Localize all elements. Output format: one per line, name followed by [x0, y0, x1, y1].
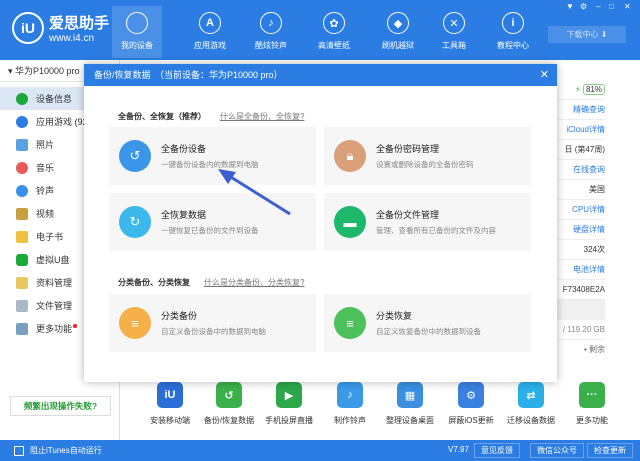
nav-label: 高清壁纸 [318, 41, 350, 50]
settings-icon[interactable]: ⚙ [580, 2, 587, 11]
checkbox[interactable] [14, 445, 24, 456]
label: 视频 [36, 209, 55, 219]
toolbar-make-ringtone[interactable]: ♪ 制作铃声 [320, 382, 380, 426]
nav-label: 酷炫铃声 [255, 41, 287, 50]
dropbox-icon: ◆ [387, 12, 409, 34]
maximize-icon[interactable]: □ [609, 2, 614, 11]
app-icon [16, 115, 28, 128]
nav-label: 应用游戏 [194, 41, 226, 50]
nav-tutorials[interactable]: i 教程中心 [488, 6, 538, 58]
label: 铃声 [36, 186, 55, 196]
download-center-button[interactable]: 下载中心 ⬇ [548, 26, 626, 43]
operation-failed-help-button[interactable]: 频繁出现操作失败? [10, 396, 111, 416]
check-update-button[interactable]: 检查更新 [587, 443, 633, 458]
grid-icon [16, 322, 28, 335]
book-icon [16, 230, 28, 243]
label: 屏蔽iOS更新 [448, 416, 494, 425]
bell-icon: ♪ [260, 12, 282, 34]
label: 照片 [36, 140, 55, 150]
migrate-icon: ⇄ [518, 382, 544, 408]
file-icon [16, 299, 28, 312]
nav-label: 工具箱 [442, 41, 466, 50]
backup-icon: ↺ [216, 382, 242, 408]
screen-icon: ▶ [276, 382, 302, 408]
nav-flash[interactable]: ◆ 刷机越狱 [373, 6, 423, 58]
bell-icon [16, 184, 28, 197]
toolbar-more[interactable]: ··· 更多功能 [562, 382, 622, 426]
footer: 阻止iTunes自动运行 V7.97 意见反馈 微信公众号 检查更新 [0, 440, 640, 461]
bell-icon: ♪ [337, 382, 363, 408]
info-icon: i [502, 12, 524, 34]
label: 虚拟U盘 [36, 255, 70, 265]
nav-label: 我的设备 [121, 41, 153, 50]
wechat-button[interactable]: 微信公众号 [530, 443, 584, 458]
nav-label: 教程中心 [497, 41, 529, 50]
photo-icon [16, 138, 28, 151]
usb-icon [16, 253, 28, 266]
label: 制作铃声 [334, 416, 366, 425]
label: 迁移设备数据 [507, 416, 555, 425]
label: 安装移动端 [150, 416, 190, 425]
label: 设备信息 [36, 94, 73, 104]
label: 更多功能 [576, 416, 608, 425]
nav-label: 刷机越狱 [382, 41, 414, 50]
toolbar-screen-mirror[interactable]: ▶ 手机投屏直播 [259, 382, 319, 426]
tools-icon: ✕ [443, 12, 465, 34]
info-icon [16, 92, 28, 105]
toolbar-backup-restore[interactable]: ↺ 备份/恢复数据 [199, 382, 259, 426]
shirt-icon[interactable]: ▼ [566, 2, 574, 11]
music-icon [16, 161, 28, 174]
label: 更多功能 [36, 324, 73, 334]
nav-apps[interactable]: A 应用游戏 [185, 6, 235, 58]
app-name: 爱思助手 [49, 15, 110, 32]
label: 应用游戏 (92) [36, 117, 91, 127]
header: iU 爱思助手 www.i4.cn 我的设备 A 应用游戏 ♪ 酷炫铃声 ✿ 高清壁纸 ◆… [0, 0, 640, 60]
label: 资料管理 [36, 278, 73, 288]
notification-dot [73, 323, 78, 328]
label: 音乐 [36, 163, 55, 173]
i4-icon: iU [157, 382, 183, 408]
nav-toolbox[interactable]: ✕ 工具箱 [429, 6, 479, 58]
video-icon [16, 207, 28, 220]
minimize-icon[interactable]: – [596, 2, 600, 11]
logo: iU 爱思助手 www.i4.cn [12, 12, 109, 44]
device-name: 华为P10000 pro [15, 66, 80, 76]
feedback-button[interactable]: 意见反馈 [474, 443, 520, 458]
annotation-arrow-icon [218, 169, 291, 216]
label: 阻止iTunes自动运行 [30, 446, 102, 455]
label: 整理设备桌面 [386, 416, 434, 425]
toolbar-block-ios-update[interactable]: ⚙ 屏蔽iOS更新 [441, 382, 501, 426]
close-icon[interactable]: ✕ [624, 2, 631, 11]
toolbar-organize-desktop[interactable]: ▦ 整理设备桌面 [380, 382, 440, 426]
nav-my-device[interactable]: 我的设备 [112, 6, 162, 58]
label: 电子书 [36, 232, 64, 242]
version: V7.97 [448, 445, 469, 454]
wallpaper-icon: ✿ [323, 12, 345, 34]
logo-icon: iU [12, 12, 44, 44]
nav-ringtones[interactable]: ♪ 酷炫铃声 [246, 6, 296, 58]
app-store-icon: A [199, 12, 221, 34]
toolbar-migrate-data[interactable]: ⇄ 迁移设备数据 [501, 382, 561, 426]
itunes-autorun-checkbox[interactable]: 阻止iTunes自动运行 [14, 445, 102, 456]
label: 备份/恢复数据 [203, 416, 255, 425]
grid-icon: ▦ [397, 382, 423, 408]
nav-wallpapers[interactable]: ✿ 高清壁纸 [309, 6, 359, 58]
label: 文件管理 [36, 301, 73, 311]
app-url: www.i4.cn [49, 33, 95, 44]
label: 手机投屏直播 [265, 416, 313, 425]
apple-icon [126, 12, 148, 34]
gear-icon: ⚙ [458, 382, 484, 408]
backup-restore-dialog: 备份/恢复数据 （当前设备：华为P10000 pro） ✕ 全备份、全恢复（推荐）… [84, 64, 557, 382]
toolbar-install-mobile[interactable]: iU 安装移动端 [140, 382, 200, 426]
more-icon: ··· [579, 382, 605, 408]
document-icon [16, 276, 28, 289]
